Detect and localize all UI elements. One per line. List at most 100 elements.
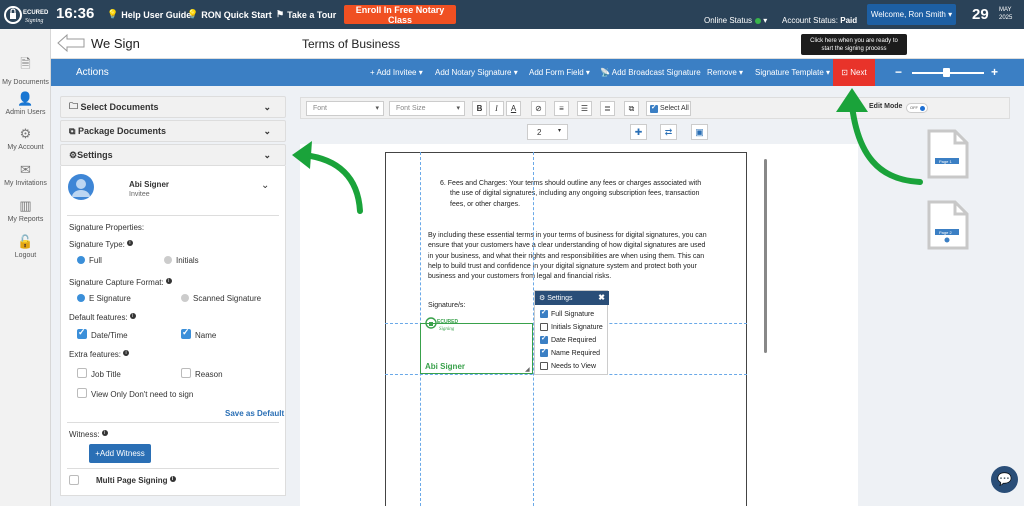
zoom-in-button[interactable]: +: [991, 65, 998, 79]
swap-icon[interactable]: ⇄: [660, 124, 677, 140]
initials-signature-option[interactable]: Initials Signature: [540, 323, 603, 331]
save-as-default-link[interactable]: Save as Default: [225, 409, 284, 418]
sidebar-item-my-reports[interactable]: ▥ My Reports: [0, 198, 51, 223]
sidebar-item-my-documents[interactable]: 🗎 My Documents: [0, 55, 51, 86]
italic-button[interactable]: I: [489, 101, 504, 116]
signature-template-menu[interactable]: Signature Template ▾: [755, 68, 830, 77]
sidebar-item-admin-users[interactable]: 👤 Admin Users: [0, 91, 51, 116]
full-label: Full: [89, 256, 102, 265]
signature-settings-popup: ⚙ Settings✖ Full Signature Initials Sign…: [534, 290, 609, 375]
chat-icon[interactable]: 💬: [991, 466, 1018, 493]
full-signature-option[interactable]: Full Signature: [540, 308, 594, 318]
avatar: [68, 174, 94, 200]
checkbox[interactable]: [540, 308, 548, 318]
settings-accordion[interactable]: ⚙ Settings ⌄: [60, 144, 286, 166]
welcome-user-button[interactable]: Welcome, Ron Smith ▾: [867, 4, 956, 25]
scanned-signature-radio[interactable]: [181, 294, 189, 302]
signature-type-full-radio[interactable]: [77, 256, 85, 264]
next-button[interactable]: ⊡ Next: [833, 59, 875, 86]
add-invitee-menu[interactable]: + Add Invitee ▾: [370, 68, 423, 77]
name-required-option[interactable]: Name Required: [540, 347, 600, 357]
align-left-icon[interactable]: ≡: [554, 101, 569, 116]
name-checkbox[interactable]: [181, 327, 191, 339]
ron-quick-start-link[interactable]: 💡 RON Quick Start: [187, 9, 272, 20]
zoom-slider-handle[interactable]: [943, 68, 950, 77]
sidebar-item-my-account[interactable]: ⚙ My Account: [0, 126, 51, 151]
signature-type-initials-radio[interactable]: [164, 256, 172, 264]
actions-label: Actions: [76, 67, 109, 78]
doc-item-6: 6. Fees and Charges: Your terms should o…: [440, 180, 702, 208]
chevron-down-icon[interactable]: ⌄: [261, 180, 269, 191]
align-right-icon[interactable]: ≣: [600, 101, 615, 116]
page-thumbnail-label: Page 1: [939, 159, 952, 164]
resize-handle-icon[interactable]: ◢: [525, 366, 530, 373]
enroll-button[interactable]: Enroll In Free Notary Class: [344, 5, 456, 25]
envelope-icon: ✉: [20, 162, 31, 177]
copy-icon[interactable]: ⧉: [624, 101, 639, 116]
doc-paragraph: By including these essential terms in yo…: [428, 232, 707, 281]
scanned-signature-label: Scanned Signature: [193, 294, 262, 303]
date-required-option[interactable]: Date Required: [540, 334, 596, 344]
save-icon[interactable]: ▣: [691, 124, 708, 140]
close-icon[interactable]: ✖: [598, 293, 605, 302]
help-user-guide-link[interactable]: 💡 Help User Guide: [107, 9, 191, 20]
checkbox[interactable]: [540, 362, 548, 370]
secured-signing-logo[interactable]: ECURED Signing: [4, 3, 50, 26]
checkbox-icon: [650, 103, 658, 113]
package-documents-accordion[interactable]: ⧉ Package Documents ⌄: [60, 120, 286, 142]
remove-menu[interactable]: Remove ▾: [707, 68, 743, 77]
bold-button[interactable]: B: [472, 101, 487, 116]
chevron-down-icon[interactable]: ▾: [763, 16, 767, 25]
sidebar-item-logout[interactable]: 🔓 Logout: [0, 234, 51, 259]
font-select[interactable]: Font ▾: [306, 101, 384, 116]
svg-text:Signing: Signing: [25, 18, 43, 24]
sidebar-item-my-invitations[interactable]: ✉ My Invitations: [0, 162, 51, 187]
e-signature-label: E Signature: [89, 294, 131, 303]
page-icon: [927, 200, 969, 250]
add-page-button[interactable]: ✚: [630, 124, 647, 140]
add-notary-signature-menu[interactable]: Add Notary Signature ▾: [435, 68, 518, 77]
back-arrow-icon[interactable]: [56, 33, 86, 53]
gear-icon: ⚙: [19, 126, 32, 141]
name-label: Name: [195, 331, 217, 340]
zoom-out-button[interactable]: −: [895, 65, 902, 79]
take-a-tour-link[interactable]: ⚑ Take a Tour: [276, 9, 336, 20]
add-witness-button[interactable]: +Add Witness: [89, 444, 151, 463]
needs-to-view-option[interactable]: Needs to View: [540, 362, 596, 370]
page-thumbnail-1[interactable]: Page 1: [927, 129, 969, 179]
signature-type-label: Signature Type: i: [69, 240, 133, 249]
next-icon: ⊡: [841, 68, 848, 77]
user-icon: 👤: [17, 91, 34, 106]
clear-format-icon[interactable]: ⊘: [531, 101, 546, 116]
svg-text:Signing: Signing: [439, 327, 455, 332]
svg-text:ECURED: ECURED: [23, 10, 49, 16]
signatures-label: Signature/s:: [428, 302, 466, 309]
next-tooltip: Click here when you are ready to start th…: [801, 34, 907, 55]
checkbox[interactable]: [540, 334, 548, 344]
select-all-button[interactable]: Select All: [646, 101, 691, 116]
job-title-checkbox[interactable]: [77, 368, 87, 378]
select-documents-accordion[interactable]: 🗀 Select Documents ⌄: [60, 96, 286, 118]
align-center-icon[interactable]: ☰: [577, 101, 592, 116]
reason-checkbox[interactable]: [181, 368, 191, 378]
checkbox[interactable]: [540, 347, 548, 357]
capture-format-label: Signature Capture Format: i: [69, 278, 172, 287]
e-signature-radio[interactable]: [77, 294, 85, 302]
gear-icon: ⚙: [69, 149, 78, 160]
font-size-select[interactable]: Font Size ▾: [389, 101, 465, 116]
online-status: Online Status ▾: [704, 16, 768, 25]
add-form-field-menu[interactable]: Add Form Field ▾: [529, 68, 590, 77]
broadcast-icon: 📡: [600, 68, 610, 77]
info-icon: i: [123, 350, 130, 356]
text-color-button[interactable]: A: [506, 101, 521, 116]
divider: [67, 422, 279, 423]
secured-signing-logo: ECURED Signing: [425, 317, 459, 332]
page-select[interactable]: 2 ▾: [527, 124, 568, 140]
document-scrollbar[interactable]: [764, 159, 767, 353]
view-only-checkbox[interactable]: [77, 388, 87, 398]
checkbox[interactable]: [540, 323, 548, 331]
multi-page-signing-checkbox[interactable]: [69, 475, 79, 485]
add-broadcast-signature-button[interactable]: 📡 Add Broadcast Signature: [600, 68, 701, 77]
date-time-checkbox[interactable]: [77, 327, 87, 339]
page-thumbnail-2[interactable]: Page 2: [927, 200, 969, 250]
